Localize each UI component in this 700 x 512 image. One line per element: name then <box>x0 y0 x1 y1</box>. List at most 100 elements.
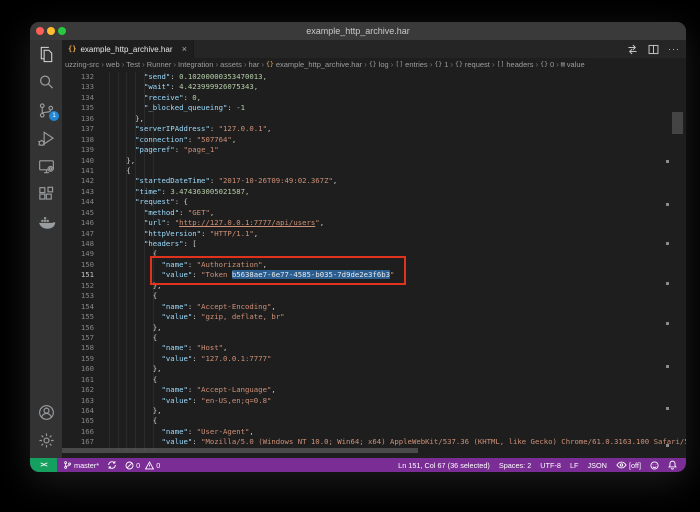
activity-search-icon[interactable] <box>30 68 62 96</box>
code-line[interactable]: 145 "method": "GET", <box>62 208 686 218</box>
notifications-bell[interactable] <box>668 460 677 470</box>
activity-source-control-icon[interactable]: 1 <box>30 96 62 124</box>
code-line[interactable]: 135 "_blocked_queueing": -1 <box>62 103 686 113</box>
line-number[interactable]: 151 <box>62 270 94 280</box>
code-line[interactable]: 147 "httpVersion": "HTTP/1.1", <box>62 229 686 239</box>
editor[interactable]: 132 "send": 0.10200000353470013,133 "wai… <box>62 70 686 458</box>
screencast-item[interactable]: [off] <box>616 461 641 470</box>
line-number[interactable]: 140 <box>62 156 94 166</box>
tab-example-http-archive[interactable]: {} example_http_archive.har × <box>62 40 194 58</box>
code-line[interactable]: 166 "name": "User-Agent", <box>62 427 686 437</box>
breadcrumb-item[interactable]: ▤value <box>561 60 585 69</box>
activity-run-and-debug-icon[interactable] <box>30 124 62 152</box>
code-line[interactable]: 134 "receive": 0, <box>62 93 686 103</box>
code-line[interactable]: 164 }, <box>62 406 686 416</box>
code-line[interactable]: 153 { <box>62 291 686 301</box>
breadcrumb-item[interactable]: {}log <box>369 60 389 69</box>
breadcrumb-item[interactable]: {}example_http_archive.har <box>266 60 362 69</box>
activity-accounts-icon[interactable] <box>30 398 62 426</box>
line-number[interactable]: 162 <box>62 385 94 395</box>
activity-docker-icon[interactable] <box>30 208 62 236</box>
vertical-scrollbar[interactable] <box>672 112 683 134</box>
open-changes-icon[interactable] <box>626 43 639 56</box>
breadcrumb-item[interactable]: web <box>106 60 120 69</box>
code-line[interactable]: 146 "url": "http://127.0.0.1:7777/api/us… <box>62 218 686 228</box>
line-number[interactable]: 161 <box>62 375 94 385</box>
horizontal-scrollbar[interactable] <box>62 448 418 453</box>
breadcrumb-item[interactable]: {}request <box>455 60 490 69</box>
code-line[interactable]: 138 "connection": "507764", <box>62 135 686 145</box>
line-number[interactable]: 137 <box>62 124 94 134</box>
activity-extensions-icon[interactable] <box>30 180 62 208</box>
line-number[interactable]: 164 <box>62 406 94 416</box>
code-line[interactable]: 141 { <box>62 166 686 176</box>
line-number[interactable]: 146 <box>62 218 94 228</box>
language-mode-item[interactable]: JSON <box>587 461 606 470</box>
line-number[interactable]: 155 <box>62 312 94 322</box>
code-line[interactable]: 154 "name": "Accept-Encoding", <box>62 302 686 312</box>
code-line[interactable]: 155 "value": "gzip, deflate, br" <box>62 312 686 322</box>
tab-close-icon[interactable]: × <box>182 45 187 54</box>
split-editor-icon[interactable] <box>647 43 660 56</box>
code-line[interactable]: 139 "pageref": "page_1" <box>62 145 686 155</box>
activity-explorer-icon[interactable] <box>30 40 62 68</box>
line-number[interactable]: 166 <box>62 427 94 437</box>
line-number[interactable]: 144 <box>62 197 94 207</box>
code-line[interactable]: 162 "name": "Accept-Language", <box>62 385 686 395</box>
cursor-position[interactable]: Ln 151, Col 67 (36 selected) <box>398 461 490 470</box>
breadcrumb-item[interactable]: uzzing-src <box>65 60 99 69</box>
line-number[interactable]: 154 <box>62 302 94 312</box>
line-number[interactable]: 136 <box>62 114 94 124</box>
title-bar[interactable]: example_http_archive.har <box>30 22 686 41</box>
line-number[interactable]: 134 <box>62 93 94 103</box>
activity-remote-explorer-icon[interactable] <box>30 152 62 180</box>
line-number[interactable]: 148 <box>62 239 94 249</box>
more-actions-icon[interactable]: ··· <box>668 42 680 56</box>
code-line[interactable]: 161 { <box>62 375 686 385</box>
breadcrumb-item[interactable]: []entries <box>395 60 427 69</box>
line-number[interactable]: 143 <box>62 187 94 197</box>
line-number[interactable]: 158 <box>62 343 94 353</box>
code-line[interactable]: 157 { <box>62 333 686 343</box>
code-line[interactable]: 136 }, <box>62 114 686 124</box>
line-number[interactable]: 163 <box>62 396 94 406</box>
code-line[interactable]: 163 "value": "en-US,en;q=0.8" <box>62 396 686 406</box>
line-number[interactable]: 142 <box>62 176 94 186</box>
breadcrumb-item[interactable]: Runner <box>147 60 172 69</box>
code-line[interactable]: 143 "time": 3.474363005021587, <box>62 187 686 197</box>
line-number[interactable]: 165 <box>62 416 94 426</box>
breadcrumb-item[interactable]: har <box>249 60 260 69</box>
breadcrumb-item[interactable]: {}1 <box>434 60 448 69</box>
feedback-button[interactable] <box>650 461 659 470</box>
line-number[interactable]: 133 <box>62 82 94 92</box>
indentation-item[interactable]: Spaces: 2 <box>499 461 531 470</box>
sync-button[interactable] <box>107 460 117 470</box>
code-line[interactable]: 148 "headers": [ <box>62 239 686 249</box>
code-line[interactable]: 156 }, <box>62 323 686 333</box>
line-number[interactable]: 159 <box>62 354 94 364</box>
line-number[interactable]: 156 <box>62 323 94 333</box>
breadcrumb-item[interactable]: []headers <box>497 60 534 69</box>
code-line[interactable]: 132 "send": 0.10200000353470013, <box>62 72 686 82</box>
line-number[interactable]: 135 <box>62 103 94 113</box>
line-number[interactable]: 141 <box>62 166 94 176</box>
line-number[interactable]: 167 <box>62 437 94 447</box>
code-line[interactable]: 144 "request": { <box>62 197 686 207</box>
line-number[interactable]: 157 <box>62 333 94 343</box>
breadcrumb-item[interactable]: Test <box>126 60 140 69</box>
line-number[interactable]: 153 <box>62 291 94 301</box>
breadcrumb-item[interactable]: {}0 <box>540 60 554 69</box>
breadcrumb-item[interactable]: Integration <box>178 60 213 69</box>
remote-indicator[interactable]: >< <box>30 458 57 472</box>
code-line[interactable]: 140 }, <box>62 156 686 166</box>
line-number[interactable]: 138 <box>62 135 94 145</box>
code-line[interactable]: 160 }, <box>62 364 686 374</box>
line-number[interactable]: 150 <box>62 260 94 270</box>
problems-item[interactable]: 0 0 <box>125 461 160 470</box>
line-number[interactable]: 160 <box>62 364 94 374</box>
code-line[interactable]: 167 "value": "Mozilla/5.0 (Windows NT 10… <box>62 437 686 447</box>
code-line[interactable]: 142 "startedDateTime": "2017-10-26T09:49… <box>62 176 686 186</box>
line-number[interactable]: 152 <box>62 281 94 291</box>
code-line[interactable]: 159 "value": "127.0.0.1:7777" <box>62 354 686 364</box>
activity-settings-icon[interactable] <box>30 426 62 454</box>
